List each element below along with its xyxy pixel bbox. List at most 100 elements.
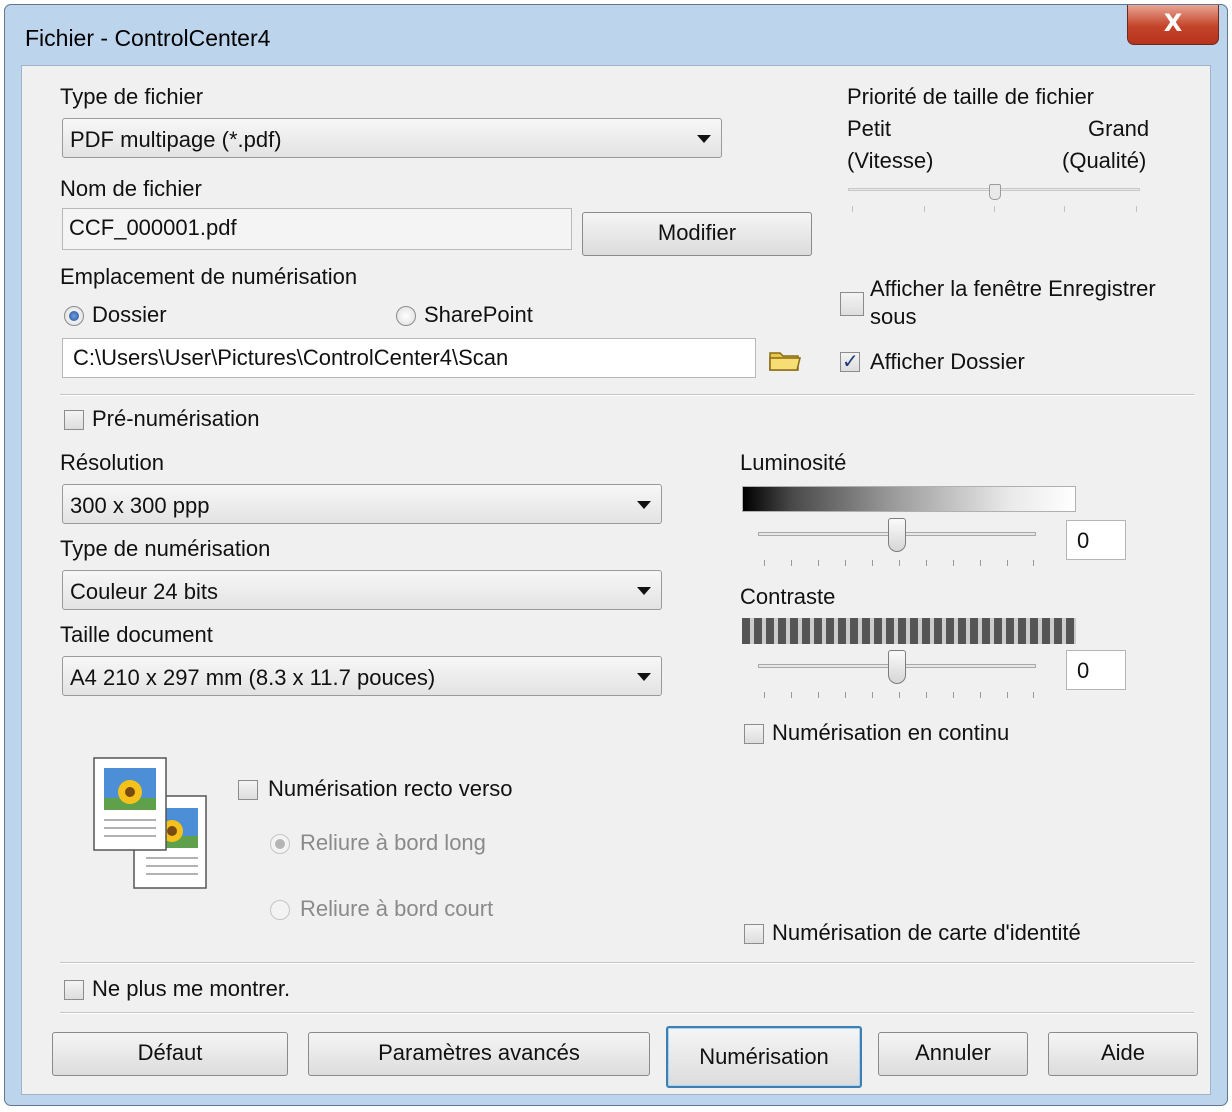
radio-folder-label[interactable]: Dossier xyxy=(92,302,167,328)
file-size-slider-thumb[interactable] xyxy=(989,184,1001,200)
contrast-slider-thumb[interactable] xyxy=(888,650,906,684)
slider-tick xyxy=(924,206,925,212)
folder-browse-icon[interactable] xyxy=(768,348,802,372)
slider-tick xyxy=(980,560,981,566)
dialog-window: Fichier - ControlCenter4 X Type de fichi… xyxy=(4,4,1228,1106)
brightness-gradient xyxy=(742,486,1076,512)
continuous-scan-checkbox[interactable] xyxy=(744,724,764,744)
slider-tick xyxy=(953,692,954,698)
slider-tick xyxy=(872,560,873,566)
chevron-down-icon xyxy=(637,673,651,681)
scan-type-select[interactable]: Couleur 24 bits xyxy=(62,570,662,610)
title-bar[interactable]: Fichier - ControlCenter4 X xyxy=(5,5,1227,65)
help-button[interactable]: Aide xyxy=(1048,1032,1198,1076)
prescan-checkbox[interactable] xyxy=(64,410,84,430)
default-button[interactable]: Défaut xyxy=(52,1032,288,1076)
brightness-slider[interactable] xyxy=(754,518,1044,568)
slider-tick xyxy=(1064,206,1065,212)
slider-tick xyxy=(926,692,927,698)
slider-tick xyxy=(845,692,846,698)
slider-tick xyxy=(818,560,819,566)
show-save-as-label[interactable]: Afficher la fenêtre Enregistrer xyxy=(870,276,1156,302)
id-card-scan-checkbox[interactable] xyxy=(744,924,764,944)
slider-tick xyxy=(899,560,900,566)
dont-show-checkbox[interactable] xyxy=(64,980,84,1000)
scan-type-value: Couleur 24 bits xyxy=(70,579,218,604)
resolution-value: 300 x 300 ppp xyxy=(70,493,210,518)
prescan-label[interactable]: Pré-numérisation xyxy=(92,406,260,432)
slider-tick xyxy=(1033,560,1034,566)
contrast-pattern xyxy=(742,618,1076,644)
document-size-select[interactable]: A4 210 x 297 mm (8.3 x 11.7 pouces) xyxy=(62,656,662,696)
window-title: Fichier - ControlCenter4 xyxy=(25,25,271,51)
brightness-value-field[interactable]: 0 xyxy=(1066,520,1126,560)
dialog-body: Type de fichier PDF multipage (*.pdf) No… xyxy=(21,65,1211,1095)
size-small-label: Petit xyxy=(847,116,892,141)
duplex-pages-icon xyxy=(92,756,212,890)
document-size-value: A4 210 x 297 mm (8.3 x 11.7 pouces) xyxy=(70,665,436,690)
show-folder-checkbox[interactable] xyxy=(840,349,860,373)
show-folder-label[interactable]: Afficher Dossier xyxy=(870,349,1025,375)
close-button[interactable]: X xyxy=(1127,5,1219,45)
radio-sharepoint[interactable] xyxy=(396,306,416,326)
scan-path-field[interactable]: C:\Users\User\Pictures\ControlCenter4\Sc… xyxy=(62,338,756,378)
slider-tick xyxy=(994,206,995,212)
divider xyxy=(60,394,1194,396)
scan-type-label: Type de numérisation xyxy=(60,536,271,561)
radio-long-edge[interactable] xyxy=(270,834,290,854)
contrast-slider[interactable] xyxy=(754,650,1044,700)
contrast-value-field[interactable]: 0 xyxy=(1066,650,1126,690)
slider-tick xyxy=(926,560,927,566)
divider xyxy=(60,1012,1194,1014)
scan-path-value: C:\Users\User\Pictures\ControlCenter4\Sc… xyxy=(73,345,509,370)
resolution-label: Résolution xyxy=(60,450,164,475)
radio-short-edge-label[interactable]: Reliure à bord court xyxy=(300,896,493,922)
slider-tick xyxy=(980,692,981,698)
file-name-value: CCF_000001.pdf xyxy=(69,215,237,240)
file-size-priority-label: Priorité de taille de fichier xyxy=(847,84,1095,109)
slider-tick xyxy=(791,692,792,698)
divider xyxy=(60,962,1194,964)
slider-tick xyxy=(845,560,846,566)
slider-tick xyxy=(1033,692,1034,698)
contrast-value: 0 xyxy=(1077,658,1090,683)
duplex-checkbox[interactable] xyxy=(238,780,258,800)
advanced-settings-button[interactable]: Paramètres avancés xyxy=(308,1032,650,1076)
chevron-down-icon xyxy=(637,587,651,595)
show-save-as-label-cont[interactable]: sous xyxy=(870,304,916,330)
contrast-label: Contraste xyxy=(740,584,836,609)
cancel-button[interactable]: Annuler xyxy=(878,1032,1028,1076)
file-type-value: PDF multipage (*.pdf) xyxy=(70,127,282,152)
size-large-sub-label: (Qualité) xyxy=(1062,148,1147,173)
slider-tick xyxy=(764,560,765,566)
slider-tick xyxy=(1136,206,1137,212)
scan-button[interactable]: Numérisation xyxy=(666,1026,862,1088)
chevron-down-icon xyxy=(697,135,711,143)
slider-tick xyxy=(764,692,765,698)
brightness-slider-thumb[interactable] xyxy=(888,518,906,552)
modify-button[interactable]: Modifier xyxy=(582,212,812,256)
scan-location-label: Emplacement de numérisation xyxy=(60,264,358,289)
continuous-scan-label[interactable]: Numérisation en continu xyxy=(772,720,1009,746)
file-type-label: Type de fichier xyxy=(60,84,204,109)
radio-short-edge[interactable] xyxy=(270,900,290,920)
dont-show-label[interactable]: Ne plus me montrer. xyxy=(92,976,290,1002)
file-type-select[interactable]: PDF multipage (*.pdf) xyxy=(62,118,722,158)
file-size-slider[interactable] xyxy=(848,184,1142,214)
chevron-down-icon xyxy=(637,501,651,509)
id-card-scan-label[interactable]: Numérisation de carte d'identité xyxy=(772,920,1081,946)
file-name-field[interactable]: CCF_000001.pdf xyxy=(62,208,572,250)
radio-folder[interactable] xyxy=(64,306,84,326)
duplex-label[interactable]: Numérisation recto verso xyxy=(268,776,513,802)
size-large-label: Grand xyxy=(1088,116,1150,141)
document-size-label: Taille document xyxy=(60,622,213,647)
slider-tick xyxy=(1007,560,1008,566)
show-save-as-checkbox[interactable] xyxy=(840,292,864,316)
file-name-label: Nom de fichier xyxy=(60,176,202,201)
radio-long-edge-label[interactable]: Reliure à bord long xyxy=(300,830,486,856)
brightness-value: 0 xyxy=(1077,528,1090,553)
slider-tick xyxy=(953,560,954,566)
radio-sharepoint-label[interactable]: SharePoint xyxy=(424,302,533,328)
slider-tick xyxy=(1007,692,1008,698)
resolution-select[interactable]: 300 x 300 ppp xyxy=(62,484,662,524)
